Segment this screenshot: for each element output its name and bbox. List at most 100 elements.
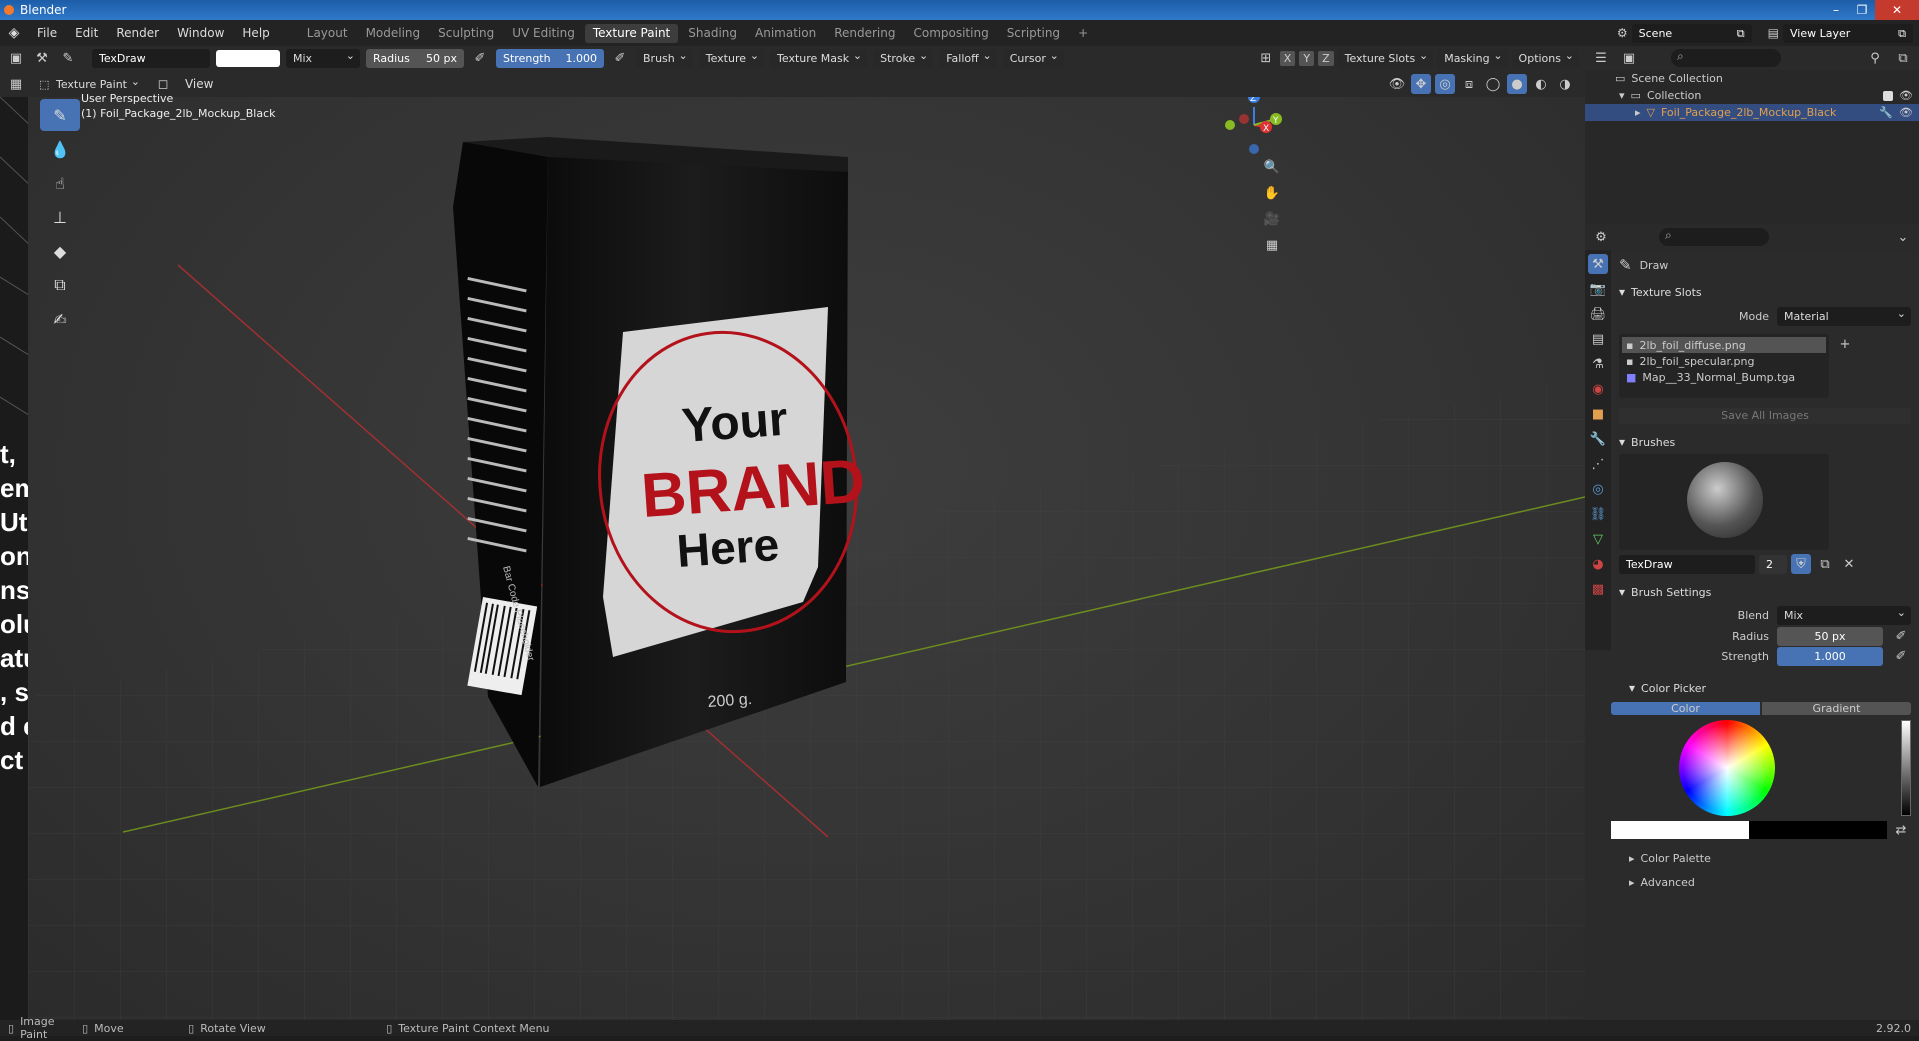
axis-z-toggle[interactable]: Z <box>1318 51 1334 66</box>
soften-tool-icon[interactable]: 💧 <box>40 133 80 165</box>
scene-field[interactable]: Scene ⧉ <box>1631 23 1752 43</box>
radius-slider[interactable]: 50 px <box>1777 626 1883 646</box>
texture-slot-item[interactable]: ▪ 2lb_foil_diffuse.png <box>1622 337 1826 353</box>
strength-slider[interactable]: 1.000 <box>1777 646 1883 666</box>
symmetry-icon[interactable]: ⊞ <box>1256 49 1276 69</box>
visibility-icon[interactable]: 👁 <box>1387 74 1407 94</box>
modifier-tab-icon[interactable]: 🔧 <box>1588 429 1608 449</box>
menu-window[interactable]: Window <box>168 20 233 46</box>
menu-brush[interactable]: Brush <box>636 46 693 68</box>
menu-render[interactable]: Render <box>107 20 168 46</box>
value-slider[interactable] <box>1901 720 1911 816</box>
radius-pressure-icon[interactable]: ✐ <box>1891 626 1911 646</box>
editor-type-icon[interactable]: ▣ <box>6 49 26 69</box>
properties-search-input[interactable]: ⌕ <box>1659 228 1769 246</box>
radius-field[interactable]: Radius 50 px <box>366 49 464 68</box>
constraints-tab-icon[interactable]: ⛓ <box>1588 504 1608 524</box>
maximize-button[interactable]: ❐ <box>1849 3 1875 17</box>
gradient-tab[interactable]: Gradient <box>1762 701 1911 715</box>
menu-stroke[interactable]: Stroke <box>873 46 934 68</box>
properties-editor-icon[interactable]: ⚙ <box>1591 227 1611 247</box>
color-palette-header[interactable]: ▸ Color Palette <box>1619 846 1911 870</box>
wrench-icon[interactable]: 🔧 <box>1879 106 1893 119</box>
axis-x-toggle[interactable]: X <box>1279 51 1296 66</box>
solid-shading-icon[interactable]: ● <box>1507 74 1527 94</box>
save-all-images-button[interactable]: Save All Images <box>1619 408 1911 424</box>
tab-texture-paint[interactable]: Texture Paint <box>584 23 679 43</box>
rendered-shading-icon[interactable]: ◑ <box>1555 74 1575 94</box>
axis-y-toggle[interactable]: Y <box>1299 51 1315 66</box>
fill-tool-icon[interactable]: ◆ <box>40 235 80 267</box>
object-tab-icon[interactable]: ■ <box>1588 404 1608 424</box>
texture-slots-header[interactable]: ▾ Texture Slots <box>1619 280 1911 304</box>
blender-menu-icon[interactable]: ◈ <box>0 25 28 41</box>
navigation-gizmo[interactable]: Z X Y <box>1225 97 1282 154</box>
strength-pressure-icon[interactable]: ✐ <box>610 49 630 69</box>
color-picker-header[interactable]: ▾ Color Picker <box>1619 676 1911 700</box>
menu-edit[interactable]: Edit <box>66 20 107 46</box>
texture-tab-icon[interactable]: ▩ <box>1588 579 1608 599</box>
xray-toggle-icon[interactable]: ⧈ <box>1459 74 1479 94</box>
menu-cursor[interactable]: Cursor <box>1002 46 1064 68</box>
material-shading-icon[interactable]: ◐ <box>1531 74 1551 94</box>
brush-preview-box[interactable] <box>1619 454 1829 550</box>
texture-slot-item[interactable]: ▪ 2lb_foil_specular.png <box>1622 353 1826 369</box>
tool-tab-icon[interactable]: ⚒ <box>1588 254 1608 274</box>
expand-arrow-icon[interactable]: ▾ <box>1619 89 1625 102</box>
particles-tab-icon[interactable]: ⋰ <box>1588 454 1608 474</box>
mode-select[interactable]: Material <box>1777 304 1911 326</box>
texture-slot-item[interactable]: ■ Map__33_Normal_Bump.tga <box>1622 369 1826 385</box>
blend-select[interactable]: Mix <box>1777 603 1911 625</box>
filter-icon[interactable]: ⚲ <box>1865 48 1885 68</box>
data-tab-icon[interactable]: ▽ <box>1588 529 1608 549</box>
view-layer-icon[interactable]: ▤ <box>1768 26 1779 40</box>
3d-viewport[interactable]: Your BRAND Here 200 g. Bar Code Placehol… <box>28 92 1585 1020</box>
brush-name-field[interactable]: TexDraw <box>1619 554 1755 574</box>
brush-settings-header[interactable]: ▾ Brush Settings <box>1619 580 1911 604</box>
gizmo-toggle-icon[interactable]: ✥ <box>1411 74 1431 94</box>
new-scene-icon[interactable]: ⧉ <box>1737 24 1745 43</box>
close-button[interactable]: ✕ <box>1875 0 1919 20</box>
color-wheel[interactable] <box>1679 720 1775 816</box>
overlay-toggle-icon[interactable]: ◎ <box>1435 74 1455 94</box>
fake-user-icon[interactable]: ⛨ <box>1791 554 1811 574</box>
new-collection-icon[interactable]: ⧉ <box>1893 48 1913 68</box>
blend-dropdown[interactable]: Mix <box>286 46 360 68</box>
outliner-search-input[interactable]: ⌕ <box>1671 49 1781 67</box>
material-tab-icon[interactable]: ◕ <box>1588 554 1608 574</box>
scene-tab-icon[interactable]: ⚗ <box>1588 354 1608 374</box>
outliner-scene-collection-row[interactable]: ▭ Scene Collection <box>1585 70 1919 87</box>
outliner-editor-icon[interactable]: ☰ <box>1591 48 1611 68</box>
menu-masking[interactable]: Masking <box>1437 46 1508 68</box>
menu-texture-mask[interactable]: Texture Mask <box>770 46 868 68</box>
viewport-editor-icon[interactable]: ▦ <box>6 74 26 94</box>
add-workspace-button[interactable]: + <box>1070 24 1096 43</box>
color-swatch[interactable] <box>216 50 280 67</box>
eye-icon[interactable]: 👁 <box>1899 89 1919 102</box>
zoom-icon[interactable]: 🔍 <box>1262 157 1282 177</box>
mask-tool-icon[interactable]: ⧉ <box>40 269 80 301</box>
tab-scripting[interactable]: Scripting <box>999 24 1068 43</box>
menu-texture[interactable]: Texture <box>698 46 765 68</box>
clone-tool-icon[interactable]: ⊥ <box>40 201 80 233</box>
checkbox-icon[interactable] <box>1883 90 1894 101</box>
output-tab-icon[interactable]: 🖨 <box>1588 304 1608 324</box>
tab-uv-editing[interactable]: UV Editing <box>504 24 583 43</box>
draw-tool-icon[interactable]: ✎ <box>40 99 80 131</box>
display-mode-icon[interactable]: ▣ <box>1619 48 1639 68</box>
menu-texture-slots[interactable]: Texture Slots <box>1337 46 1434 68</box>
expand-arrow-icon[interactable]: ▸ <box>1635 106 1641 119</box>
new-view-layer-icon[interactable]: ⧉ <box>1898 24 1906 43</box>
tool-settings-icon[interactable]: ⚒ <box>32 49 52 69</box>
brush-users-count[interactable]: 2 <box>1759 554 1787 574</box>
color-swatch-bar[interactable] <box>1611 821 1887 839</box>
annotate-tool-icon[interactable]: ✍ <box>40 303 80 335</box>
camera-icon[interactable]: 🎥 <box>1262 209 1282 229</box>
physics-tab-icon[interactable]: ◎ <box>1588 479 1608 499</box>
tab-shading[interactable]: Shading <box>680 24 745 43</box>
outliner-object-row[interactable]: ▸ ▽ Foil_Package_2lb_Mockup_Black 🔧 👁 <box>1585 104 1919 121</box>
brush-icon[interactable]: ✎ <box>58 49 78 69</box>
pan-hand-icon[interactable]: ✋ <box>1262 183 1282 203</box>
render-tab-icon[interactable]: 📷 <box>1588 279 1608 299</box>
ortho-grid-icon[interactable]: ▦ <box>1262 235 1282 255</box>
